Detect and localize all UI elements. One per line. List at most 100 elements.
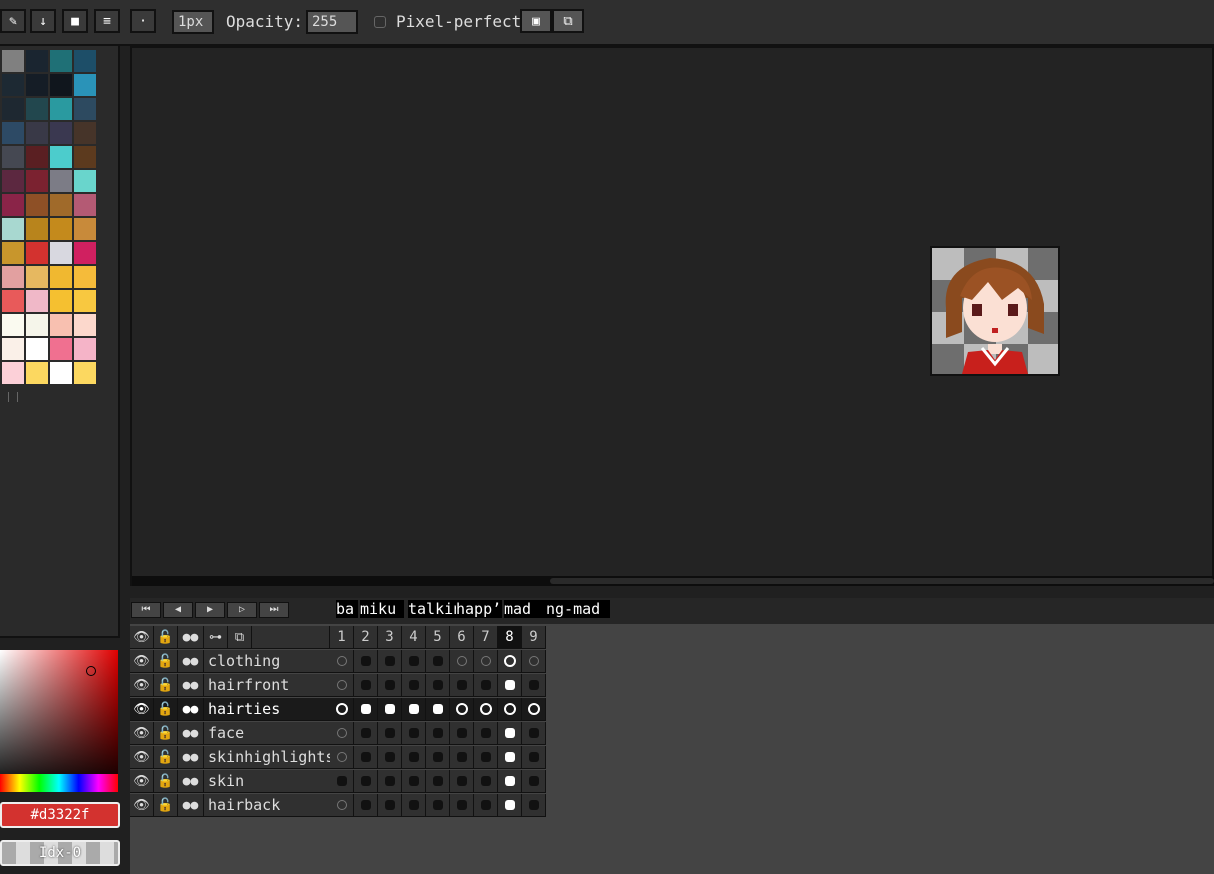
eye-icon[interactable]: 👁 [130,770,154,793]
cel[interactable] [354,722,378,745]
lock-icon[interactable]: 🔓 [154,650,178,673]
cel[interactable] [402,698,426,721]
cel[interactable] [450,674,474,697]
cel[interactable] [402,794,426,817]
palette-swatch[interactable] [2,266,24,288]
cel[interactable] [354,794,378,817]
palette-swatch[interactable] [2,170,24,192]
cel[interactable] [474,746,498,769]
layer-row[interactable]: 👁 🔓 ●● skinhighlights [130,746,546,770]
picker-cursor[interactable] [86,666,96,676]
cel[interactable] [498,746,522,769]
brush-dot-icon[interactable]: · [130,9,156,33]
layer-name[interactable]: hairback [204,794,330,817]
cel[interactable] [474,770,498,793]
cel[interactable] [330,794,354,817]
palette-swatch[interactable] [74,194,96,216]
cel[interactable] [354,746,378,769]
cel[interactable] [498,650,522,673]
cel[interactable] [522,722,546,745]
layer-name[interactable]: hairties [204,698,330,721]
layer-name[interactable]: hairfront [204,674,330,697]
cel[interactable] [474,650,498,673]
down-arrow-icon[interactable]: ↓ [30,9,56,33]
cel[interactable] [426,650,450,673]
palette-swatch[interactable] [26,50,48,72]
link-icon[interactable]: ●● [178,698,204,721]
cel[interactable] [402,770,426,793]
cel[interactable] [522,770,546,793]
cel[interactable] [450,722,474,745]
palette-swatch[interactable] [74,146,96,168]
cel[interactable] [330,746,354,769]
layer-name[interactable]: skin [204,770,330,793]
palette-swatch[interactable] [50,266,72,288]
symmetry-vertical-icon[interactable]: ▣ [520,9,552,33]
cel[interactable] [474,674,498,697]
layer-row[interactable]: 👁 🔓 ●● hairties [130,698,546,722]
cel[interactable] [330,674,354,697]
palette-swatch[interactable] [74,338,96,360]
tag-talkin[interactable]: talkin [408,600,456,618]
cel[interactable] [378,746,402,769]
link-icon[interactable]: ●● [178,770,204,793]
palette-swatch[interactable] [2,338,24,360]
link-icon[interactable]: ●● [178,722,204,745]
palette-swatch[interactable] [50,170,72,192]
palette-swatch[interactable] [26,170,48,192]
tag-happy[interactable]: happ’ [456,600,502,618]
cel[interactable] [378,794,402,817]
tag-ng-mad[interactable]: ng-mad [546,600,610,618]
link-icon[interactable]: ●● [178,626,204,649]
next-frame-button[interactable]: ▷ [227,602,257,618]
cel[interactable] [378,722,402,745]
stop-icon[interactable]: ■ [62,9,88,33]
cel[interactable] [354,698,378,721]
pencil-icon[interactable]: ✎ [0,9,26,33]
layer-name[interactable]: face [204,722,330,745]
first-frame-button[interactable]: ⏮ [131,602,161,618]
cel[interactable] [474,698,498,721]
frame-header[interactable]: 8 [498,626,522,649]
palette-swatch[interactable] [50,122,72,144]
palette-resize-handle[interactable] [8,392,18,402]
palette-swatch[interactable] [74,218,96,240]
cel[interactable] [330,698,354,721]
cel[interactable] [498,722,522,745]
cel[interactable] [354,770,378,793]
palette-swatch[interactable] [2,242,24,264]
cel[interactable] [402,650,426,673]
palette-swatch[interactable] [50,242,72,264]
layer-row[interactable]: 👁 🔓 ●● face [130,722,546,746]
cel[interactable] [354,674,378,697]
opacity-input[interactable]: 255 [306,10,358,34]
cel[interactable] [330,722,354,745]
symmetry-horizontal-icon[interactable]: ⧉ [552,9,584,33]
palette-swatch[interactable] [50,50,72,72]
eye-icon[interactable]: 👁 [130,650,154,673]
frame-header[interactable]: 6 [450,626,474,649]
canvas-scrollbar-thumb[interactable] [550,578,1214,584]
cel[interactable] [522,650,546,673]
cel[interactable] [474,794,498,817]
palette-swatch[interactable] [26,194,48,216]
tag-mad[interactable]: mad [504,600,546,618]
cel[interactable] [426,722,450,745]
layer-row[interactable]: 👁 🔓 ●● skin [130,770,546,794]
palette-swatch[interactable] [74,242,96,264]
lock-icon[interactable]: 🔓 [154,626,178,649]
hue-slider[interactable] [0,774,118,792]
palette-swatch[interactable] [74,50,96,72]
sprite-preview[interactable] [930,246,1060,376]
palette-swatch[interactable] [26,122,48,144]
palette-index-field[interactable]: Idx-0 [0,840,120,866]
lock-icon[interactable]: 🔓 [154,746,178,769]
cel[interactable] [474,722,498,745]
lock-icon[interactable]: 🔓 [154,722,178,745]
frame-header[interactable]: 5 [426,626,450,649]
layer-options-icon[interactable]: ⊶ [204,626,228,649]
cel[interactable] [426,674,450,697]
palette-swatch[interactable] [26,290,48,312]
frame-header[interactable]: 7 [474,626,498,649]
cel[interactable] [498,674,522,697]
